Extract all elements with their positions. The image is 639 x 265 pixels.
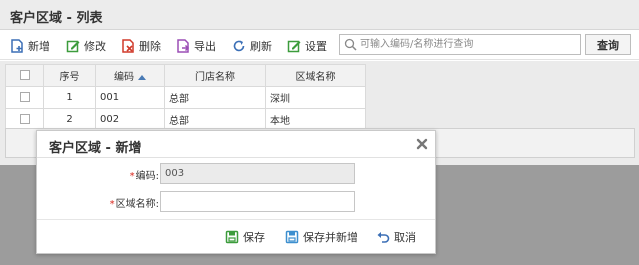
row-area: 深圳 xyxy=(265,86,366,109)
save-button[interactable]: 保存 xyxy=(225,228,265,245)
column-header-area[interactable]: 区域名称 xyxy=(265,64,366,87)
code-label-text: 编码: xyxy=(135,171,159,182)
page-title: 客户区域 - 列表 xyxy=(10,11,103,26)
search-input[interactable] xyxy=(360,36,578,53)
cancel-button[interactable]: 取消 xyxy=(376,228,416,245)
search-box xyxy=(339,34,581,55)
code-label: *编码: xyxy=(97,167,159,182)
refresh-button[interactable]: 刷新 xyxy=(232,37,272,54)
export-icon xyxy=(177,38,190,53)
column-header-code[interactable]: 编码 xyxy=(95,64,165,87)
row-checkbox-cell xyxy=(5,86,44,109)
add-label: 新增 xyxy=(28,39,50,53)
settings-label: 设置 xyxy=(305,39,327,53)
save-and-new-label: 保存并新增 xyxy=(303,230,358,244)
select-all-cell xyxy=(5,64,44,87)
data-table: 序号 编码 门店名称 区域名称 1 001 总部 深圳 2 002 总部 本地 xyxy=(5,64,366,131)
close-icon[interactable] xyxy=(415,137,429,151)
add-icon xyxy=(11,38,23,53)
code-row: *编码: xyxy=(37,163,435,184)
area-name-label: *区域名称: xyxy=(87,195,159,210)
code-field[interactable] xyxy=(160,163,355,184)
row-code[interactable]: 001 xyxy=(95,86,165,109)
column-header-number[interactable]: 序号 xyxy=(43,64,96,87)
table-row[interactable]: 1 001 总部 深圳 xyxy=(5,86,366,109)
edit-button[interactable]: 修改 xyxy=(66,37,106,54)
save-and-new-button[interactable]: 保存并新增 xyxy=(285,228,358,245)
add-dialog: 客户区域 - 新增 *编码: *区域名称: 保存 保存并新增 xyxy=(36,130,436,254)
area-name-field[interactable] xyxy=(160,191,355,212)
edit-label: 修改 xyxy=(84,39,106,53)
required-mark: * xyxy=(129,171,135,182)
column-header-code-label: 编码 xyxy=(114,72,134,83)
cancel-label: 取消 xyxy=(394,230,416,244)
export-button[interactable]: 导出 xyxy=(176,37,216,54)
delete-icon xyxy=(122,38,134,53)
save-and-new-icon xyxy=(285,230,299,243)
delete-button[interactable]: 删除 xyxy=(121,37,161,54)
undo-icon xyxy=(377,231,390,243)
export-label: 导出 xyxy=(194,39,216,53)
search-icon xyxy=(344,38,357,51)
row-number: 1 xyxy=(43,86,96,109)
dialog-title: 客户区域 - 新增 xyxy=(49,141,142,156)
save-icon xyxy=(225,230,239,243)
row-store: 总部 xyxy=(164,86,266,109)
settings-icon xyxy=(287,40,301,52)
dialog-footer: 保存 保存并新增 取消 xyxy=(37,219,435,253)
save-label: 保存 xyxy=(243,230,265,244)
required-mark: * xyxy=(109,199,115,210)
row-checkbox[interactable] xyxy=(19,92,30,102)
title-bar: 客户区域 - 列表 xyxy=(0,0,639,30)
query-button[interactable]: 查询 xyxy=(585,34,631,55)
settings-button[interactable]: 设置 xyxy=(287,37,327,54)
delete-label: 删除 xyxy=(139,39,161,53)
area-name-row: *区域名称: xyxy=(37,191,435,212)
select-all-checkbox[interactable] xyxy=(19,70,30,80)
row-checkbox[interactable] xyxy=(19,114,30,124)
add-button[interactable]: 新增 xyxy=(10,37,50,54)
column-header-store[interactable]: 门店名称 xyxy=(164,64,266,87)
table-header-row: 序号 编码 门店名称 区域名称 xyxy=(5,64,366,87)
edit-icon xyxy=(66,40,80,52)
sort-ascending-icon xyxy=(138,74,146,80)
dialog-header: 客户区域 - 新增 xyxy=(37,131,435,158)
refresh-icon xyxy=(233,40,245,51)
refresh-label: 刷新 xyxy=(250,39,272,53)
area-name-label-text: 区域名称: xyxy=(115,199,159,210)
